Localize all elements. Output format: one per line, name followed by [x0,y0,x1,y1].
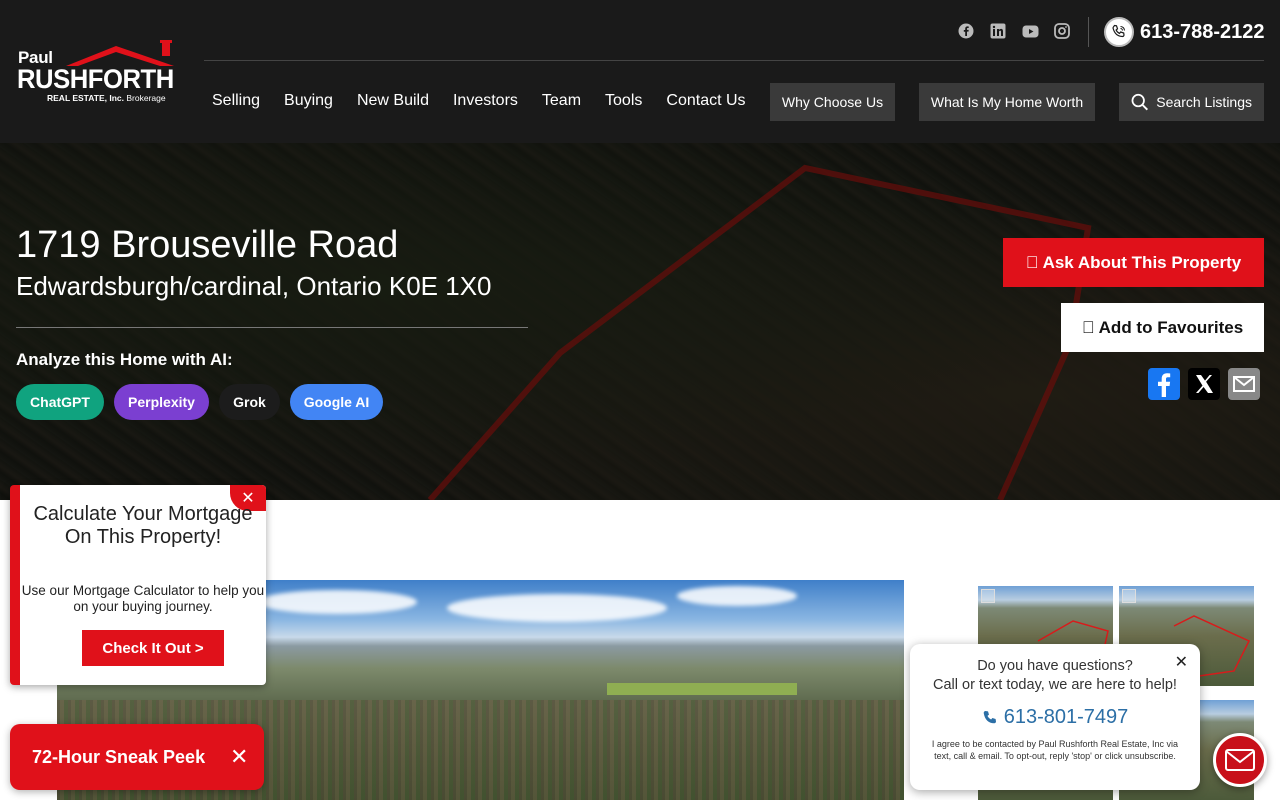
header-phone[interactable]: 613-788-2122 [1104,17,1265,47]
nav-tools[interactable]: Tools [605,92,642,110]
property-address: 1719 Brouseville Road [16,224,399,266]
mortgage-popup-title: Calculate Your Mortgage On This Property… [33,503,253,548]
property-city-line: Edwardsburgh/cardinal, Ontario K0E 1X0 [16,271,492,301]
ai-analyze-title: Analyze this Home with AI: [16,350,233,369]
phone-icon [983,710,996,723]
ai-chatgpt-button[interactable]: ChatGPT [16,384,104,420]
facebook-icon[interactable] [957,22,975,40]
header-divider [1088,17,1089,47]
sneak-peek-banner[interactable]: 72-Hour Sneak Peek ✕ [10,724,264,790]
header-rule [204,60,1264,61]
ai-grok-button[interactable]: Grok [219,384,280,420]
ai-perplexity-button[interactable]: Perplexity [114,384,209,420]
check-it-out-button[interactable]: Check It Out > [82,630,224,666]
mortgage-calculator-popup: ✕ Calculate Your Mortgage On This Proper… [10,485,266,685]
ai-google-button[interactable]: Google AI [290,384,383,420]
nav-new-build[interactable]: New Build [357,92,429,110]
logo-tagline-bold: REAL ESTATE, Inc. [47,93,124,103]
nav-investors[interactable]: Investors [453,92,518,110]
envelope-icon [1225,749,1255,771]
linkedin-icon[interactable] [989,22,1007,40]
logo-last-name: RUSHFORTH [17,64,174,94]
x-share-icon[interactable] [1188,368,1220,400]
social-links [957,22,1071,44]
questions-phone[interactable]: 613-801-7497 [910,706,1200,729]
email-share-icon[interactable] [1228,368,1260,400]
nav-buying[interactable]: Buying [284,92,333,110]
search-listings-label: Search Listings [1156,94,1252,110]
site-logo[interactable]: Paul RUSHFORTH REAL ESTATE, Inc. Brokera… [16,40,191,106]
phone-icon [1104,17,1134,47]
nav-contact-us[interactable]: Contact Us [666,92,745,110]
questions-phone-number: 613-801-7497 [1003,706,1129,728]
hero-divider [16,327,528,328]
why-choose-us-button[interactable]: Why Choose Us [770,83,895,121]
nav-team[interactable]: Team [542,92,581,110]
logo-tagline-light: Brokerage [126,93,166,103]
mortgage-popup-description: Use our Mortgage Calculator to help you … [21,583,265,614]
home-worth-button[interactable]: What Is My Home Worth [919,83,1095,121]
questions-line-2: Call or text today, we are here to help! [933,677,1177,693]
ask-about-property-button[interactable]:   Ask About This Property [1003,238,1264,287]
facebook-share-icon[interactable] [1148,368,1180,400]
questions-line-1: Do you have questions? [977,658,1133,674]
logo-tagline: REAL ESTATE, Inc. Brokerage [47,93,166,103]
youtube-icon[interactable] [1021,22,1039,40]
add-to-favourites-button[interactable]:   Add to Favourites [1061,303,1264,352]
consent-fine-print: I agree to be contacted by Paul Rushfort… [931,739,1179,761]
site-header: Paul RUSHFORTH REAL ESTATE, Inc. Brokera… [0,0,1280,143]
sneak-peek-label: 72-Hour Sneak Peek [32,747,206,767]
search-icon [1131,93,1149,111]
contact-questions-popup: ✕ Do you have questions? Call or text to… [910,644,1200,790]
search-listings-button[interactable]: Search Listings [1119,83,1264,121]
nav-selling[interactable]: Selling [212,92,260,110]
close-icon[interactable]: ✕ [230,744,248,770]
main-nav: Selling Buying New Build Investors Team … [212,92,770,110]
header-phone-number: 613-788-2122 [1140,20,1265,43]
instagram-icon[interactable] [1053,22,1071,40]
chat-launcher-button[interactable] [1213,733,1267,787]
